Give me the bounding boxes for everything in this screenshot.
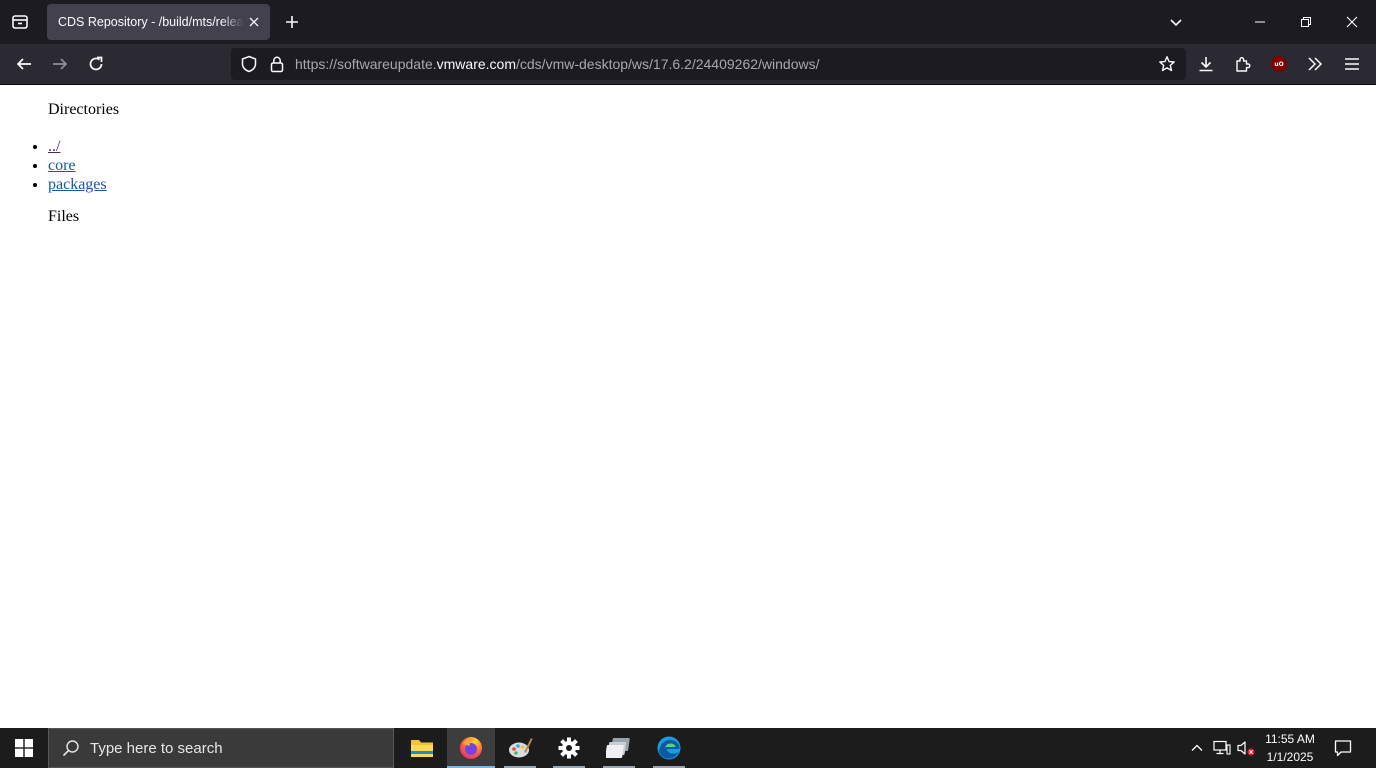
minimize-button[interactable] <box>1237 0 1283 44</box>
files-heading: Files <box>48 208 80 225</box>
download-icon <box>1199 57 1213 72</box>
search-icon <box>62 740 79 757</box>
restore-button[interactable] <box>1283 0 1329 44</box>
tab-title: CDS Repository - /build/mts/release/bora… <box>58 15 244 29</box>
extensions-button[interactable] <box>1227 48 1259 80</box>
firefox-view-icon <box>12 15 28 29</box>
stacked-windows-icon <box>606 738 630 758</box>
list-item: packages <box>48 175 107 194</box>
search-placeholder: Type here to search <box>90 739 223 757</box>
taskbar-settings[interactable] <box>545 728 593 768</box>
url-prefix: https://softwareupdate. <box>295 56 437 72</box>
reload-button[interactable] <box>80 48 112 80</box>
taskbar-firefox[interactable] <box>447 728 495 768</box>
list-all-tabs-button[interactable] <box>1160 6 1192 38</box>
address-bar[interactable]: https://softwareupdate.vmware.com/cds/vm… <box>231 48 1186 80</box>
arrow-left-icon <box>16 58 31 70</box>
url-path: /cds/vmw-desktop/ws/17.6.2/24409262/wind… <box>516 56 820 72</box>
folder-icon <box>411 740 433 757</box>
tab-close-button[interactable] <box>244 12 264 32</box>
url-domain: vmware.com <box>436 56 516 72</box>
taskbar-paint-app[interactable] <box>496 728 544 768</box>
back-button[interactable] <box>8 48 40 80</box>
volume-button[interactable] <box>1235 728 1257 768</box>
downloads-button[interactable] <box>1190 48 1222 80</box>
windows-logo-icon <box>15 739 33 757</box>
star-icon <box>1159 56 1175 72</box>
start-button[interactable] <box>0 728 48 768</box>
forward-button[interactable] <box>44 48 76 80</box>
list-item: ../ <box>48 137 107 156</box>
bookmark-button[interactable] <box>1157 54 1177 74</box>
shield-icon <box>241 55 257 73</box>
tracking-protection-button[interactable] <box>239 54 259 74</box>
close-icon <box>1346 16 1358 28</box>
network-wired-icon <box>1213 740 1231 755</box>
directory-link-packages[interactable]: packages <box>48 176 107 193</box>
page-content: Directories ../ core packages Files <box>0 85 1376 728</box>
taskbar-file-explorer[interactable] <box>398 728 446 768</box>
taskbar: Type here to search 11:55 AM 1/1/2025 <box>0 728 1376 768</box>
list-item: core <box>48 156 107 175</box>
minimize-icon <box>1255 21 1265 23</box>
taskbar-clock[interactable]: 11:55 AM 1/1/2025 <box>1258 730 1322 766</box>
chevron-down-icon <box>1170 19 1182 27</box>
arrow-right-icon <box>53 58 68 70</box>
directories-heading: Directories <box>48 101 120 118</box>
taskbar-vmware-app[interactable] <box>595 728 643 768</box>
ublock-origin-icon: uO <box>1271 56 1287 72</box>
directory-link-core[interactable]: core <box>48 157 76 174</box>
directory-list: ../ core packages <box>48 137 107 194</box>
close-window-button[interactable] <box>1329 0 1375 44</box>
lock-icon <box>270 56 284 73</box>
tab-cds-repository[interactable]: CDS Repository - /build/mts/release/bora… <box>47 4 270 40</box>
double-chevron-right-icon <box>1308 57 1323 71</box>
network-button[interactable] <box>1210 728 1234 768</box>
taskbar-search-box[interactable]: Type here to search <box>48 728 394 768</box>
paint-palette-icon <box>509 738 533 758</box>
restore-icon <box>1301 17 1311 27</box>
firefox-view-button[interactable] <box>4 6 36 38</box>
clock-time: 11:55 AM <box>1265 732 1315 746</box>
show-hidden-icons-button[interactable] <box>1186 728 1208 768</box>
taskbar-edge[interactable] <box>645 728 693 768</box>
url-text[interactable]: https://softwareupdate.vmware.com/cds/vm… <box>295 56 820 72</box>
hamburger-menu-icon <box>1345 58 1359 70</box>
chevron-up-icon <box>1191 744 1203 751</box>
edge-icon <box>657 736 681 760</box>
notifications-button[interactable] <box>1326 728 1360 768</box>
site-info-button[interactable] <box>267 54 287 74</box>
more-tools-button[interactable] <box>1299 48 1331 80</box>
puzzle-icon <box>1236 57 1251 72</box>
clock-date: 1/1/2025 <box>1266 750 1314 764</box>
notification-icon <box>1334 740 1352 757</box>
plus-icon <box>286 16 298 28</box>
speaker-muted-icon <box>1237 741 1255 756</box>
gear-icon <box>558 737 580 759</box>
firefox-icon <box>460 737 482 759</box>
reload-icon <box>89 56 103 71</box>
ublock-origin-button[interactable]: uO <box>1263 48 1295 80</box>
navigation-toolbar: https://softwareupdate.vmware.com/cds/vm… <box>0 44 1376 85</box>
directory-link-parent[interactable]: ../ <box>48 138 60 155</box>
close-icon <box>249 17 259 27</box>
tab-strip: CDS Repository - /build/mts/release/bora… <box>0 0 1376 44</box>
new-tab-button[interactable] <box>278 8 306 36</box>
app-menu-button[interactable] <box>1336 48 1368 80</box>
